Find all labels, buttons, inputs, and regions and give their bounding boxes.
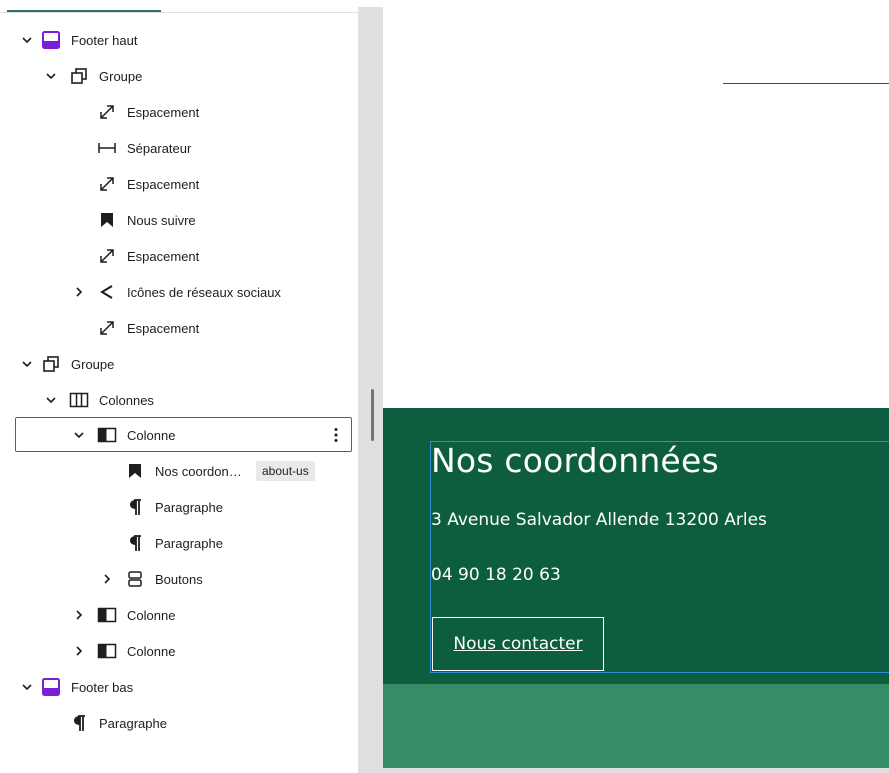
list-item-groupe[interactable]: Groupe [0, 58, 358, 94]
template-part-icon [40, 676, 62, 698]
column-icon [96, 640, 118, 662]
chevron-down-icon[interactable] [44, 393, 58, 407]
bookmark-icon [124, 460, 146, 482]
bookmark-icon [96, 209, 118, 231]
list-view-panel: Footer haut Groupe Espacement Séparateur… [0, 0, 358, 773]
list-item-label: Nous suivre [127, 212, 196, 228]
list-item-label: Footer haut [71, 32, 138, 48]
list-item-label: Colonne [127, 607, 176, 623]
chevron-down-icon[interactable] [44, 69, 58, 83]
list-item-paragraphe[interactable]: Paragraphe [0, 489, 358, 525]
separator-preview [723, 83, 889, 84]
list-item-label: Colonne [127, 427, 176, 443]
column-icon [96, 604, 118, 626]
separator-icon [96, 137, 118, 159]
chevron-down-icon[interactable] [20, 357, 34, 371]
list-item-separateur[interactable]: Séparateur [0, 130, 358, 166]
list-item-colonnes[interactable]: Colonnes [0, 382, 358, 418]
chevron-right-icon[interactable] [100, 572, 114, 586]
list-item-espacement[interactable]: Espacement [0, 94, 358, 130]
list-item-groupe[interactable]: Groupe [0, 346, 358, 382]
chevron-right-icon[interactable] [72, 608, 86, 622]
list-item-label: Espacement [127, 320, 200, 336]
panel-top-cap [358, 0, 383, 7]
columns-icon [68, 389, 90, 411]
spacer-icon [96, 317, 118, 339]
buttons-icon [124, 568, 146, 590]
list-item-label: Groupe [99, 68, 143, 84]
list-item-espacement[interactable]: Espacement [0, 238, 358, 274]
list-item-label: Groupe [71, 356, 115, 372]
group-icon [68, 65, 90, 87]
selected-block-outline [430, 441, 889, 673]
list-item-label: Paragraphe [155, 499, 223, 515]
share-icon [96, 281, 118, 303]
list-item-paragraphe[interactable]: Paragraphe [0, 705, 358, 741]
list-item-label: Icônes de réseaux sociaux [127, 284, 281, 300]
list-item-label: Paragraphe [99, 715, 167, 731]
vertical-ellipsis-icon[interactable] [328, 425, 344, 445]
paragraph-icon [68, 712, 90, 734]
list-item-espacement[interactable]: Espacement [0, 166, 358, 202]
scrollbar-thumb[interactable] [371, 389, 374, 441]
list-item-colonne-selected[interactable]: Colonne [0, 417, 358, 453]
list-item-label: Espacement [127, 104, 200, 120]
chevron-right-icon[interactable] [72, 285, 86, 299]
spacer-icon [96, 101, 118, 123]
list-item-espacement[interactable]: Espacement [0, 310, 358, 346]
spacer-icon [96, 173, 118, 195]
list-item-social-icons[interactable]: Icônes de réseaux sociaux [0, 274, 358, 310]
list-item-colonne[interactable]: Colonne [0, 633, 358, 669]
list-item-paragraphe[interactable]: Paragraphe [0, 525, 358, 561]
editor-canvas[interactable]: Nos coordonnées 3 Avenue Salvador Allend… [383, 0, 889, 773]
chevron-down-icon[interactable] [72, 428, 86, 442]
group-icon [40, 353, 62, 375]
list-item-nous-suivre[interactable]: Nous suivre [0, 202, 358, 238]
canvas-bottom-edge [383, 768, 889, 773]
list-item-colonne[interactable]: Colonne [0, 597, 358, 633]
tab-divider [0, 12, 358, 13]
list-item-label: Footer bas [71, 679, 134, 695]
list-item-label: Espacement [127, 176, 200, 192]
list-item-label: Boutons [155, 571, 203, 587]
list-item-label: Espacement [127, 248, 200, 264]
template-part-icon [40, 29, 62, 51]
list-item-footer-bas[interactable]: Footer bas [0, 669, 358, 705]
anchor-badge: about-us [256, 461, 315, 481]
list-item-label: Séparateur [127, 140, 192, 156]
list-item-label: Nos coordon… [155, 463, 242, 479]
footer-bas-preview[interactable] [383, 684, 889, 768]
spacer-icon [96, 245, 118, 267]
list-item-footer-haut[interactable]: Footer haut [0, 22, 358, 58]
list-item-label: Paragraphe [155, 535, 223, 551]
list-item-boutons[interactable]: Boutons [0, 561, 358, 597]
chevron-right-icon[interactable] [72, 644, 86, 658]
column-icon [96, 424, 118, 446]
paragraph-icon [124, 532, 146, 554]
list-item-label: Colonne [127, 643, 176, 659]
paragraph-icon [124, 496, 146, 518]
list-item-label: Colonnes [99, 392, 154, 408]
list-item-heading-nos-coordonnees[interactable]: Nos coordon… about-us [0, 453, 358, 489]
chevron-down-icon[interactable] [20, 33, 34, 47]
chevron-down-icon[interactable] [20, 680, 34, 694]
